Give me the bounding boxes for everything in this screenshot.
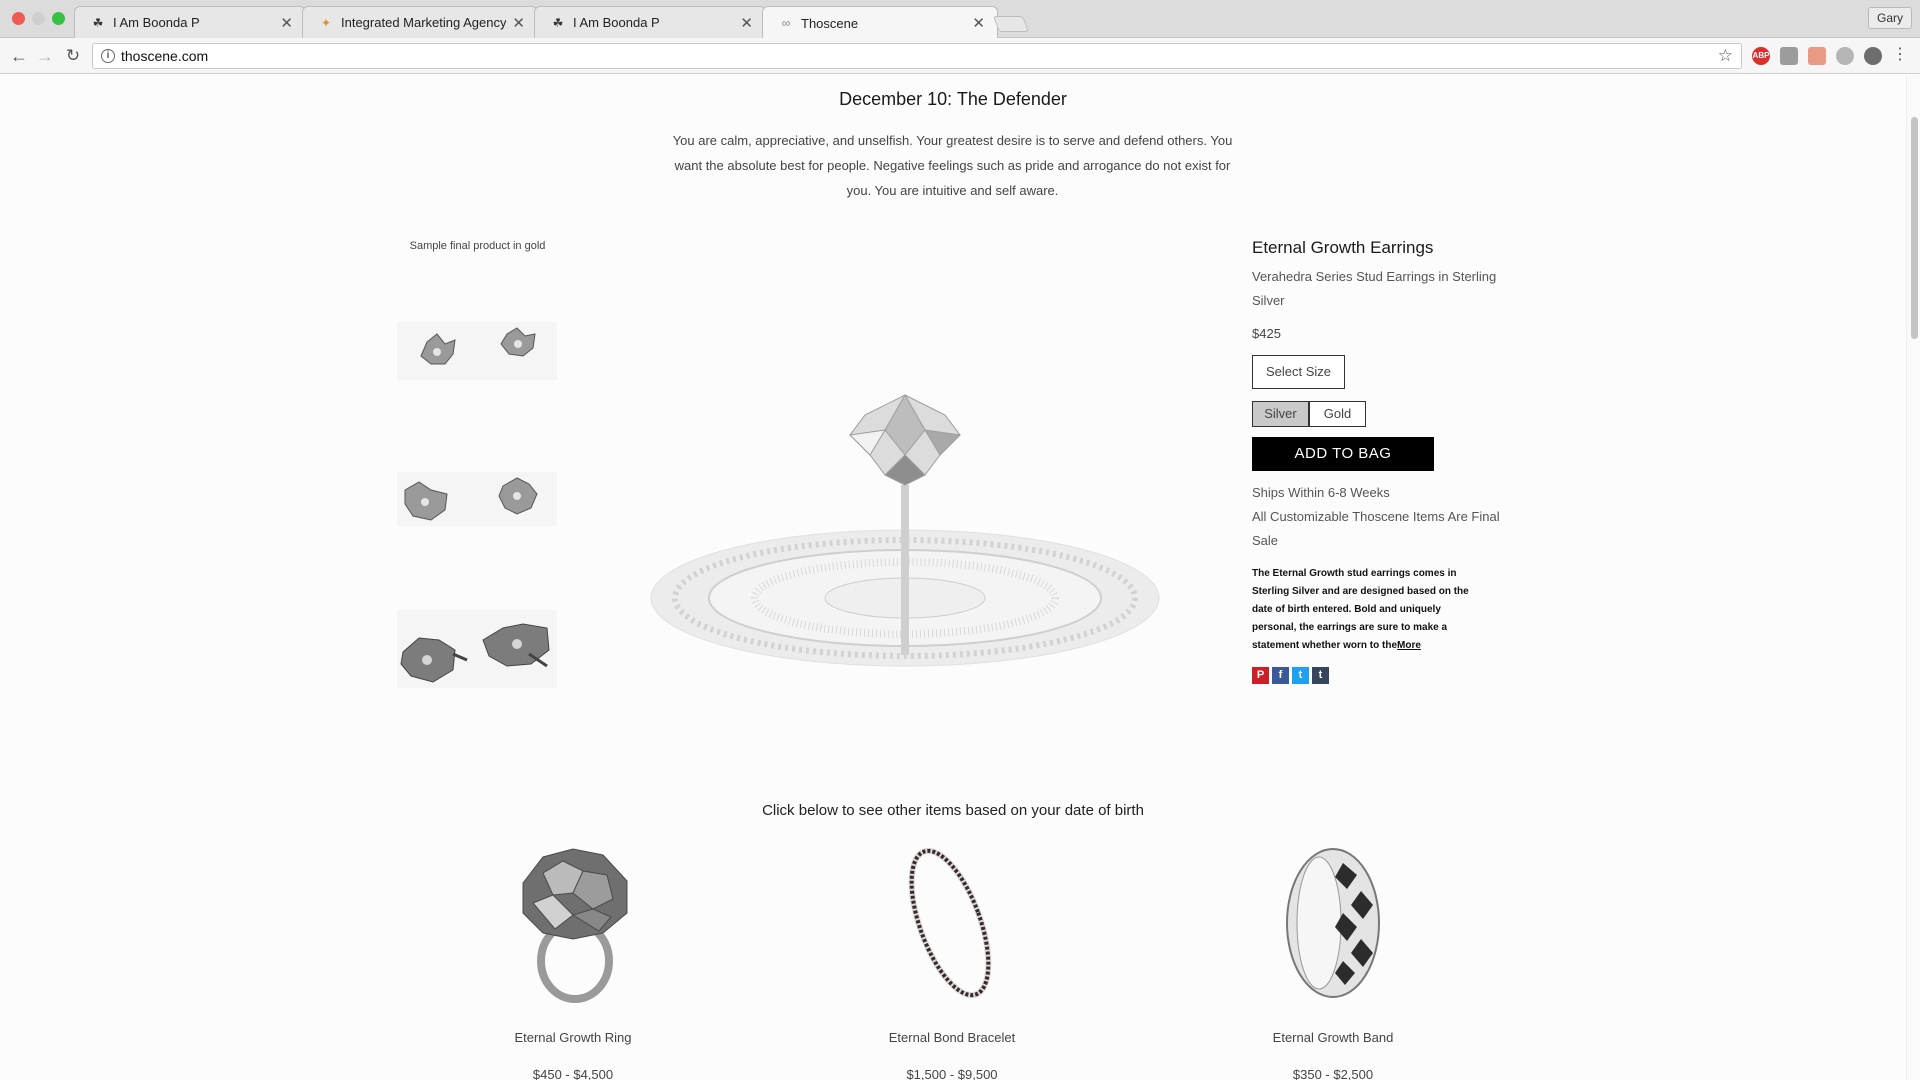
boonda-icon: ☘ bbox=[92, 15, 104, 30]
tab-i-am-boonda-1[interactable]: ☘ I Am Boonda P ✕ bbox=[74, 6, 306, 38]
user-ext-icon[interactable] bbox=[1864, 47, 1882, 65]
tab-thoscene[interactable]: ∞ Thoscene ✕ bbox=[762, 6, 998, 39]
browser-toolbar: ← → ↻ i thoscene.com ☆ bbox=[0, 38, 1920, 74]
shipping-info: Ships Within 6-8 Weeks All Customizable … bbox=[1252, 481, 1512, 553]
facebook-icon[interactable]: f bbox=[1272, 667, 1289, 684]
final-sale-text: All Customizable Thoscene Items Are Fina… bbox=[1252, 509, 1500, 548]
product-3d-viewer[interactable] bbox=[640, 375, 1160, 695]
twitter-icon[interactable]: t bbox=[1292, 667, 1309, 684]
related-item-name[interactable]: Eternal Bond Bracelet bbox=[822, 1030, 1082, 1045]
product-title: Eternal Growth Earrings bbox=[1252, 238, 1434, 257]
agency-icon: ✦ bbox=[320, 15, 332, 30]
social-share: P f t t bbox=[1252, 667, 1512, 684]
tab-title: Thoscene bbox=[801, 15, 859, 31]
profile-button[interactable]: Gary bbox=[1867, 7, 1912, 29]
metal-selector: Silver Gold bbox=[1252, 401, 1512, 427]
back-arrow-icon[interactable]: ← bbox=[8, 45, 30, 67]
page-title: December 10: The Defender bbox=[839, 89, 1067, 109]
camera-icon[interactable] bbox=[1780, 47, 1798, 65]
tab-title: I Am Boonda P bbox=[113, 15, 200, 30]
related-item-price: $1,500 - $9,500 bbox=[906, 1067, 998, 1080]
product-subtitle: Verahedra Series Stud Earrings in Sterli… bbox=[1252, 269, 1497, 308]
tab-title: Integrated Marketing Agency bbox=[341, 15, 507, 30]
personality-description: You are calm, appreciative, and unselfis… bbox=[672, 133, 1233, 198]
maximize-window-button[interactable] bbox=[52, 12, 65, 25]
pinterest-icon[interactable]: P bbox=[1252, 667, 1269, 684]
tab-title: I Am Boonda P bbox=[573, 15, 660, 30]
page-content: December 10: The Defender You are calm, … bbox=[0, 75, 1906, 1080]
related-item-price: $350 - $2,500 bbox=[1292, 1067, 1374, 1080]
earrings-image bbox=[420, 327, 536, 365]
reload-icon[interactable]: ↻ bbox=[62, 45, 84, 67]
product-details: Eternal Growth Earrings Verahedra Series… bbox=[1252, 238, 1512, 684]
url-text[interactable]: thoscene.com bbox=[121, 48, 208, 64]
growth-band-image bbox=[1286, 848, 1380, 998]
boonda-icon: ☘ bbox=[552, 15, 564, 30]
select-size-button[interactable]: Select Size bbox=[1252, 355, 1345, 389]
info-icon[interactable]: i bbox=[101, 49, 115, 63]
close-icon[interactable]: ✕ bbox=[972, 14, 985, 32]
link-icon: ∞ bbox=[781, 16, 791, 30]
page-scrollbar[interactable] bbox=[1906, 75, 1920, 1080]
product-thumbnail[interactable] bbox=[397, 610, 557, 688]
thumbnail-caption: Sample final product in gold bbox=[409, 240, 546, 252]
earrings-image bbox=[404, 477, 538, 521]
growth-ring-image bbox=[522, 848, 628, 1003]
pdf-icon[interactable] bbox=[1808, 47, 1826, 65]
related-item[interactable]: Eternal Growth Band $350 - $2,500 bbox=[1203, 843, 1463, 1080]
more-menu-icon[interactable]: ⋮ bbox=[1892, 45, 1908, 65]
close-window-button[interactable] bbox=[12, 12, 25, 25]
add-to-bag-button[interactable]: ADD TO BAG bbox=[1252, 437, 1434, 471]
description-text: The Eternal Growth stud earrings comes i… bbox=[1252, 568, 1469, 651]
tumblr-icon[interactable]: t bbox=[1312, 667, 1329, 684]
bookmark-star-icon[interactable]: ☆ bbox=[1718, 46, 1733, 66]
tab-strip: ☘ I Am Boonda P ✕ ✦ Integrated Marketing… bbox=[0, 0, 1920, 39]
related-item[interactable]: Eternal Growth Ring $450 - $4,500 bbox=[443, 843, 703, 1080]
metal-option-silver[interactable]: Silver bbox=[1252, 401, 1309, 427]
tab-i-am-boonda-2[interactable]: ☘ I Am Boonda P ✕ bbox=[534, 6, 766, 38]
related-item-name[interactable]: Eternal Growth Ring bbox=[443, 1030, 703, 1045]
earring-3d-model bbox=[650, 393, 1160, 667]
close-icon[interactable]: ✕ bbox=[512, 14, 525, 32]
related-heading: Click below to see other items based on … bbox=[762, 802, 1144, 819]
related-item-name[interactable]: Eternal Growth Band bbox=[1203, 1030, 1463, 1045]
forward-arrow-icon[interactable]: → bbox=[34, 45, 56, 67]
close-icon[interactable]: ✕ bbox=[740, 14, 753, 32]
address-bar[interactable]: i thoscene.com ☆ bbox=[92, 43, 1742, 69]
close-icon[interactable]: ✕ bbox=[280, 14, 293, 32]
product-thumbnail[interactable] bbox=[397, 472, 557, 526]
bond-bracelet-image bbox=[908, 847, 992, 999]
related-item[interactable]: Eternal Bond Bracelet $1,500 - $9,500 bbox=[822, 843, 1082, 1080]
scrollbar-thumb[interactable] bbox=[1911, 117, 1918, 339]
earrings-image bbox=[400, 623, 550, 683]
product-price: $425 bbox=[1252, 326, 1281, 341]
minimize-window-button[interactable] bbox=[32, 12, 45, 25]
circle-icon[interactable] bbox=[1836, 47, 1854, 65]
metal-option-gold[interactable]: Gold bbox=[1309, 401, 1366, 427]
ships-text: Ships Within 6-8 Weeks bbox=[1252, 485, 1390, 500]
product-thumbnail[interactable] bbox=[397, 322, 557, 380]
abp-icon[interactable]: ABP bbox=[1752, 47, 1770, 65]
new-tab-button[interactable] bbox=[993, 16, 1029, 32]
related-item-price: $450 - $4,500 bbox=[532, 1067, 614, 1080]
tab-integrated-marketing[interactable]: ✦ Integrated Marketing Agency ✕ bbox=[302, 6, 538, 38]
product-description: The Eternal Growth stud earrings comes i… bbox=[1252, 565, 1474, 655]
more-link[interactable]: More bbox=[1397, 640, 1421, 651]
